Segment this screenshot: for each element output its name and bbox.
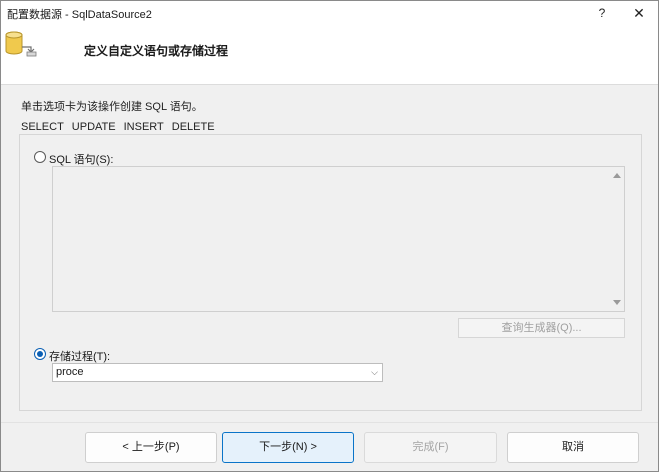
- stored-procedure-select[interactable]: proce ⌵: [52, 363, 383, 382]
- configure-datasource-dialog: 配置数据源 - SqlDataSource2 ? ✕ 定义自定义语句或存储过程 …: [0, 0, 659, 472]
- close-button[interactable]: ✕: [629, 4, 649, 22]
- help-button[interactable]: ?: [593, 4, 611, 22]
- sql-statement-radio[interactable]: [34, 151, 46, 163]
- sql-statement-textarea[interactable]: [52, 166, 625, 312]
- window-title: 配置数据源 - SqlDataSource2: [7, 9, 152, 21]
- tab-update[interactable]: UPDATE: [68, 121, 120, 134]
- tab-delete[interactable]: DELETE: [168, 121, 219, 134]
- query-builder-button[interactable]: 查询生成器(Q)...: [458, 318, 625, 338]
- sql-statement-label: SQL 语句(S):: [49, 154, 114, 166]
- statement-tabs: SELECT UPDATE INSERT DELETE: [19, 121, 219, 135]
- wizard-footer: < 上一步(P) 下一步(N) > 完成(F) 取消: [1, 422, 658, 471]
- chevron-down-icon: ⌵: [371, 367, 378, 377]
- scroll-up-icon[interactable]: [613, 173, 621, 178]
- sql-scrollbar[interactable]: [610, 167, 624, 311]
- next-button[interactable]: 下一步(N) >: [222, 432, 354, 463]
- finish-button[interactable]: 完成(F): [364, 432, 497, 463]
- cancel-button[interactable]: 取消: [507, 432, 639, 463]
- tab-select[interactable]: SELECT: [19, 121, 68, 134]
- stored-procedure-value: proce: [56, 366, 84, 378]
- wizard-header: 定义自定义语句或存储过程: [1, 25, 658, 85]
- title-bar: 配置数据源 - SqlDataSource2 ? ✕: [1, 1, 658, 25]
- stored-procedure-radio[interactable]: [34, 348, 46, 360]
- instruction-text: 单击选项卡为该操作创建 SQL 语句。: [21, 101, 203, 113]
- tab-insert[interactable]: INSERT: [120, 121, 168, 134]
- stored-procedure-label: 存储过程(T):: [49, 351, 111, 363]
- scroll-down-icon[interactable]: [613, 300, 621, 305]
- previous-button[interactable]: < 上一步(P): [85, 432, 217, 463]
- database-icon: [5, 31, 37, 57]
- page-heading: 定义自定义语句或存储过程: [84, 44, 229, 58]
